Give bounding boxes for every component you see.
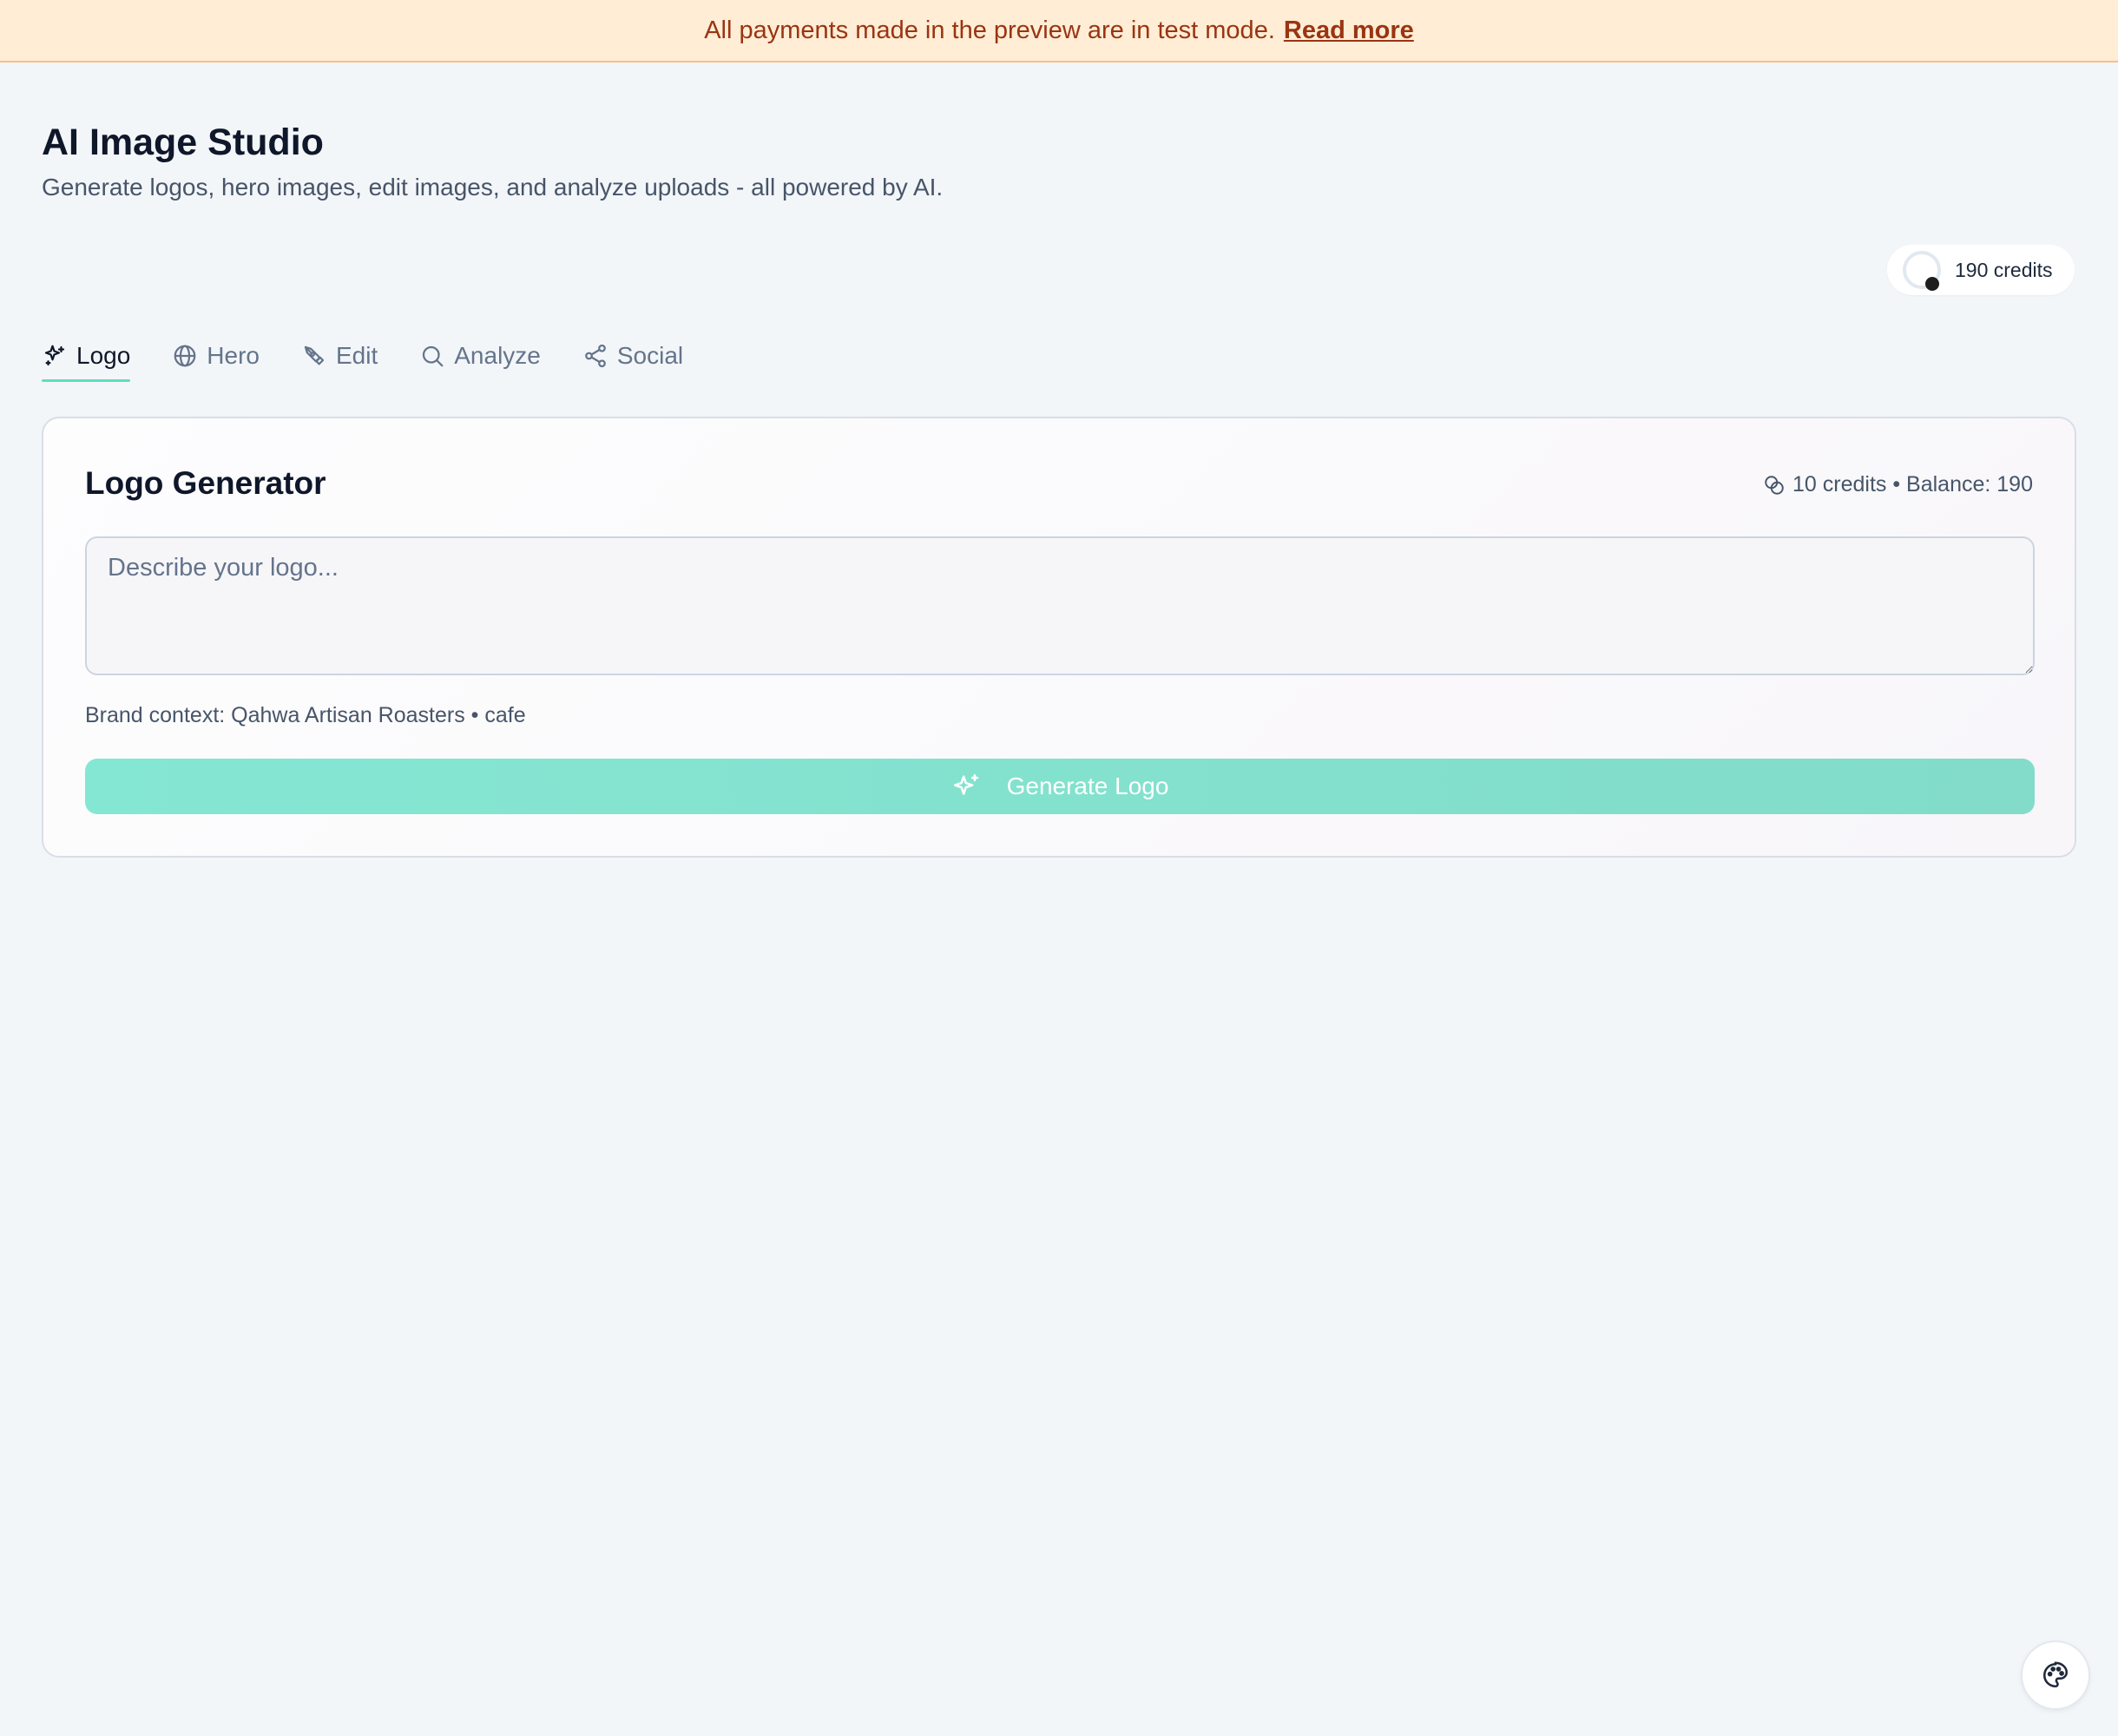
brand-context: Brand context: Qahwa Artisan Roasters • … (85, 703, 526, 727)
credits-badge[interactable]: 190 credits (1887, 245, 2075, 295)
banner-text: All payments made in the preview are in … (704, 16, 1275, 44)
generate-button-label: Generate Logo (1006, 773, 1169, 799)
theme-palette-button[interactable] (2021, 1641, 2090, 1710)
tab-logo[interactable]: Logo (42, 330, 131, 382)
tab-social[interactable]: Social (582, 330, 683, 382)
credits-ring-icon (1903, 251, 1941, 291)
logo-prompt-input[interactable] (85, 536, 2035, 675)
page-title: AI Image Studio (42, 122, 324, 163)
tab-analyze[interactable]: Analyze (419, 330, 541, 382)
coins-icon (1765, 475, 1784, 495)
tab-label: Edit (336, 342, 378, 369)
tab-edit[interactable]: Edit (301, 330, 378, 382)
tab-label: Social (616, 342, 684, 369)
generate-logo-button[interactable]: Generate Logo (85, 759, 2035, 814)
card-title: Logo Generator (85, 465, 326, 501)
palette-icon (2042, 1661, 2069, 1688)
tab-label: Analyze (454, 342, 541, 369)
sparkles-icon (953, 773, 978, 795)
search-icon (423, 345, 444, 367)
share-icon (585, 344, 606, 368)
test-mode-banner: All payments made in the preview are in … (0, 0, 2118, 62)
tab-hero[interactable]: Hero (172, 330, 260, 382)
logo-generator-card: Logo Generator 10 credits • Balance: 190… (42, 417, 2076, 858)
tab-bar: Logo Hero Edit Analyze Social (42, 330, 725, 382)
sparkles-icon (44, 345, 65, 366)
tab-label: Logo (76, 342, 131, 369)
credits-label: 190 credits (1955, 258, 2053, 281)
pen-tool-icon (304, 345, 325, 365)
globe-icon (174, 345, 196, 367)
page-subtitle: Generate logos, hero images, edit images… (42, 174, 944, 201)
read-more-link[interactable]: Read more (1284, 16, 1414, 45)
credit-cost-text: 10 credits • Balance: 190 (1792, 472, 2033, 496)
credit-cost: 10 credits • Balance: 190 (1763, 472, 2033, 497)
tab-label: Hero (207, 342, 260, 369)
